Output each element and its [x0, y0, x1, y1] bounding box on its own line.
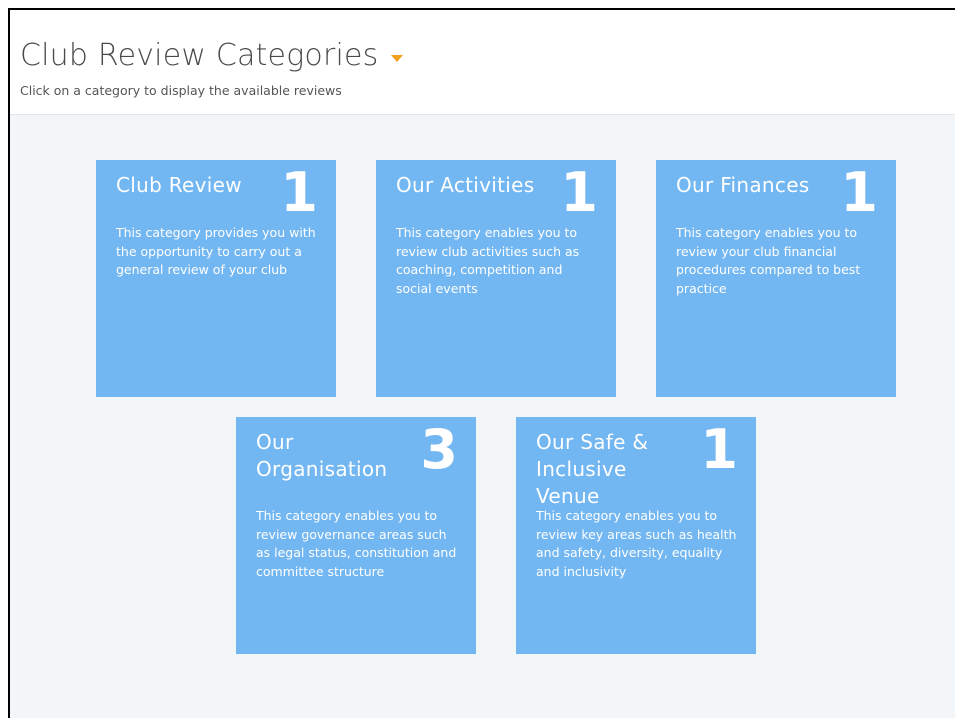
- review-count: 1: [840, 161, 878, 224]
- review-count: 1: [560, 161, 598, 224]
- review-count: 3: [420, 418, 458, 481]
- category-description: This category enables you to review key …: [536, 508, 737, 579]
- category-title: Our Organisation: [256, 430, 388, 481]
- page-title-row: Club Review Categories: [20, 38, 403, 73]
- page-header: Club Review Categories Click on a catego…: [10, 10, 955, 115]
- category-title: Our Safe & Inclusive Venue: [536, 430, 649, 508]
- category-description: This category provides you with the oppo…: [116, 225, 316, 277]
- page-subtitle: Click on a category to display the avail…: [20, 83, 342, 98]
- category-title: Club Review: [116, 173, 242, 197]
- category-card-our-organisation[interactable]: Our Organisation 3 This category enables…: [236, 417, 476, 654]
- category-description: This category enables you to review gove…: [256, 508, 457, 579]
- review-count: 1: [280, 161, 318, 224]
- caret-down-icon[interactable]: [390, 55, 403, 62]
- category-description: This category enables you to review club…: [396, 225, 580, 296]
- category-title: Our Finances: [676, 173, 810, 197]
- review-count: 1: [700, 418, 738, 481]
- category-description: This category enables you to review your…: [676, 225, 861, 296]
- category-card-our-finances[interactable]: Our Finances 1 This category enables you…: [656, 160, 896, 397]
- page-frame: Club Review Categories Click on a catego…: [8, 8, 955, 718]
- category-title: Our Activities: [396, 173, 535, 197]
- category-card-club-review[interactable]: Club Review 1 This category provides you…: [96, 160, 336, 397]
- page-title: Club Review Categories: [20, 38, 379, 73]
- category-card-our-safe-inclusive-venue[interactable]: Our Safe & Inclusive Venue 1 This catego…: [516, 417, 756, 654]
- category-card-our-activities[interactable]: Our Activities 1 This category enables y…: [376, 160, 616, 397]
